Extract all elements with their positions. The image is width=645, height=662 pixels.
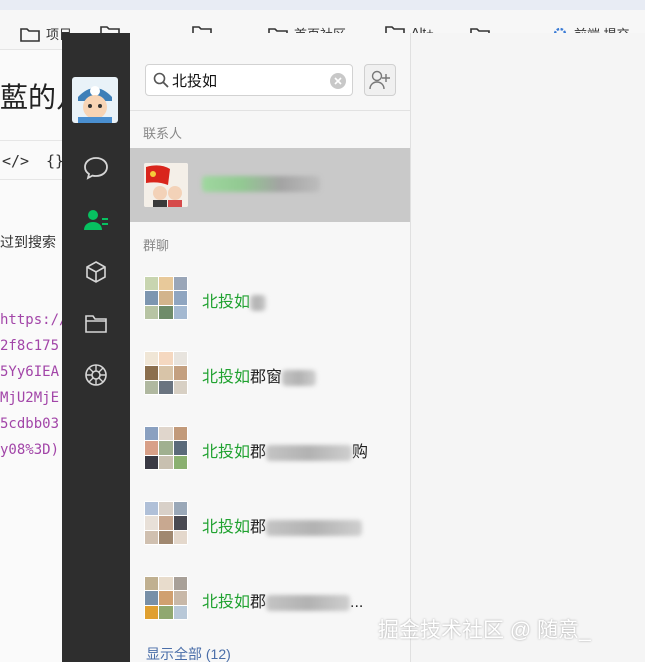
contact-avatar — [144, 163, 188, 207]
code-line: MjU2MjE — [0, 390, 60, 406]
section-label-groups: 群聊 — [143, 238, 170, 253]
matched-keyword: 北投如 — [202, 294, 251, 311]
group-avatar — [144, 276, 188, 320]
group-name: 北投如郡... — [202, 588, 363, 612]
group-avatar — [144, 351, 188, 395]
group-row[interactable]: 北投如 — [130, 261, 410, 335]
matched-keyword: 北投如 — [202, 519, 251, 536]
matched-keyword: 北投如 — [202, 369, 251, 386]
redacted-text — [282, 369, 317, 386]
redacted-text — [250, 294, 267, 311]
group-name-suffix: 郡 — [250, 594, 267, 611]
group-avatar — [144, 576, 188, 620]
matched-keyword: 北投如 — [202, 594, 251, 611]
group-name-suffix: 郡 — [250, 444, 267, 461]
group-name-suffix: 郡窗 — [250, 369, 283, 386]
code-tool-button[interactable]: </> — [2, 152, 29, 170]
search-divider — [130, 110, 410, 111]
group-name-suffix: 郡 — [250, 519, 267, 536]
group-name: 北投如郡 — [202, 513, 363, 537]
article-text-fragment: 过到搜索 — [0, 234, 56, 250]
group-name-tail: ... — [350, 594, 364, 611]
folder-icon — [20, 27, 40, 42]
group-row[interactable]: 北投如郡... — [130, 561, 410, 635]
code-line: 5cdbb03 — [0, 416, 60, 432]
redacted-text — [266, 444, 353, 461]
group-name: 北投如郡窗 — [202, 363, 317, 387]
group-avatar — [144, 501, 188, 545]
search-icon — [153, 72, 169, 88]
wechat-sidebar — [62, 33, 130, 662]
search-box[interactable] — [145, 64, 353, 96]
group-row[interactable]: 北投如郡 — [130, 486, 410, 560]
add-contact-icon — [369, 70, 390, 90]
folder-icon[interactable] — [82, 309, 110, 337]
group-row[interactable]: 北投如郡窗 — [130, 336, 410, 410]
group-name: 北投如郡 购 — [202, 438, 368, 462]
search-panel: 联系人 群聊 北投如 — [130, 33, 410, 662]
section-label-contacts: 联系人 — [143, 126, 183, 141]
group-name: 北投如 — [202, 288, 267, 312]
box-icon[interactable] — [82, 258, 110, 286]
group-row[interactable]: 北投如郡 购 — [130, 411, 410, 485]
moments-icon[interactable] — [82, 361, 110, 389]
search-input[interactable] — [172, 70, 322, 90]
show-all-link[interactable]: 显示全部 (12) — [146, 644, 231, 662]
clear-search-button[interactable] — [330, 73, 346, 89]
contact-row[interactable] — [130, 148, 410, 222]
clear-icon — [334, 77, 342, 85]
code-line: 2f8c175 — [0, 338, 60, 354]
group-name-tail: 购 — [352, 444, 369, 461]
user-avatar[interactable] — [72, 77, 118, 123]
redacted-text — [266, 594, 351, 611]
browser-top-strip — [0, 0, 645, 10]
chat-icon[interactable] — [82, 154, 110, 182]
chat-content-area — [410, 33, 645, 662]
add-contact-button[interactable] — [364, 64, 396, 96]
code-line: https:// — [0, 312, 68, 328]
watermark: 掘金技术社区 @ 随意_ — [378, 619, 591, 642]
code-line: y08%3D) — [0, 442, 60, 458]
redacted-text — [266, 519, 363, 536]
contact-name-redacted — [202, 175, 320, 193]
code-line: 5Yy6IEA — [0, 364, 60, 380]
matched-keyword: 北投如 — [202, 444, 251, 461]
contacts-icon[interactable] — [82, 206, 110, 234]
group-avatar — [144, 426, 188, 470]
redacted-text — [202, 175, 320, 192]
